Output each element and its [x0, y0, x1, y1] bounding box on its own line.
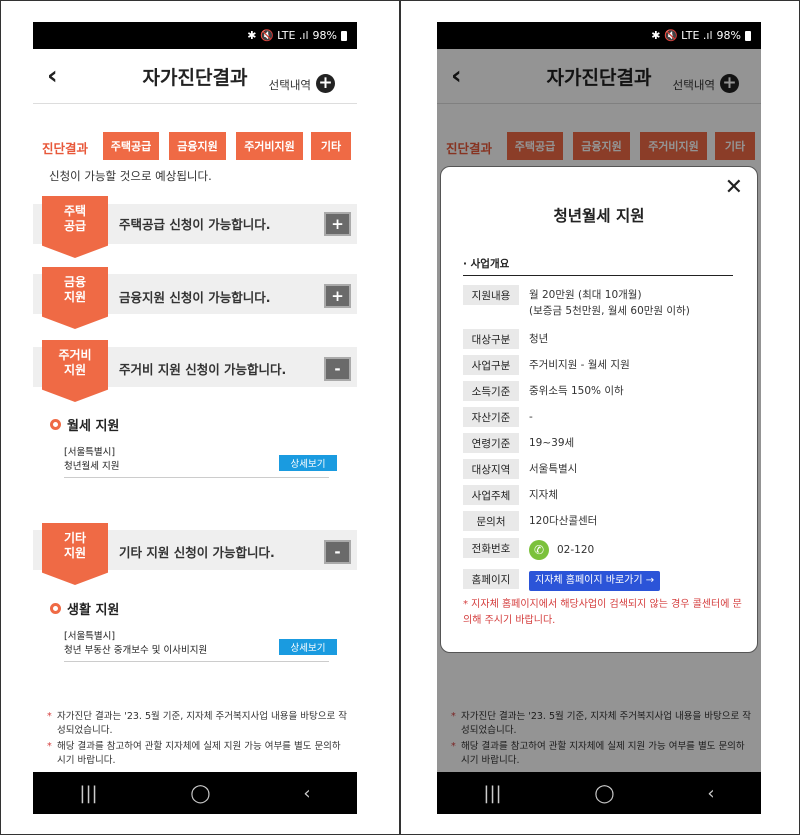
summary-text: 신청이 가능할 것으로 예상됩니다.: [49, 169, 212, 183]
tab-financial-support[interactable]: 금융지원: [169, 132, 226, 160]
row-label: 지원내용: [463, 285, 519, 305]
ribbon-housing-cost: 주거비 지원: [42, 340, 108, 402]
status-icons: ✱ 🔇 LTE .ıl: [247, 29, 309, 42]
detail-row: 홈페이지 지자체 홈페이지 바로가기 →: [463, 569, 747, 591]
tabs-label: 진단결과: [42, 141, 89, 156]
row-label: 자산기준: [463, 407, 519, 427]
detail-row: 전화번호 ✆ 02-120: [463, 538, 747, 560]
tab-housing-cost[interactable]: 주거비지원: [236, 132, 303, 160]
modal-note: * 지자체 홈페이지에서 해당사업이 검색되지 않는 경우 콜센터에 문의해 주…: [463, 599, 742, 626]
detail-row: 대상구분 청년: [463, 329, 747, 349]
detail-row: 사업주체 지자체: [463, 485, 747, 505]
detail-row: 문의처 120다산콜센터: [463, 511, 747, 531]
sub-section-rent: 월세 지원: [50, 415, 119, 434]
row-label: 전화번호: [463, 538, 519, 558]
battery-level: 98%: [312, 29, 337, 42]
add-icon[interactable]: +: [316, 74, 335, 93]
phone-right: ✱ 🔇 LTE .ıl 98% ‹ 자가진단결과 선택내역 + 진단결과 주택공…: [437, 22, 761, 814]
phone-call-icon[interactable]: ✆: [529, 540, 549, 560]
sub-section-title: 월세 지원: [67, 419, 120, 434]
row-value: -: [529, 411, 533, 423]
detail-row: 대상지역 서울특별시: [463, 459, 747, 479]
recent-apps-icon[interactable]: |||: [79, 783, 97, 804]
ring-icon: [50, 603, 61, 614]
system-nav-bar: ||| ◯ ‹: [437, 772, 761, 814]
back-nav-icon[interactable]: ‹: [707, 783, 714, 804]
status-icons: ✱ 🔇 LTE .ıl: [651, 29, 713, 42]
row-label: 대상지역: [463, 459, 519, 479]
section-text: 주거비 지원 신청이 가능합니다.: [119, 362, 287, 377]
detail-row: 자산기준 -: [463, 407, 747, 427]
phone-number[interactable]: 02-120: [557, 544, 594, 556]
phone-left: ✱ 🔇 LTE .ıl 98% ‹ 자가진단결과 선택내역 + 진단결과 주택공…: [33, 22, 357, 814]
collapse-button[interactable]: -: [324, 540, 351, 564]
row-value: ✆ 02-120: [529, 538, 594, 560]
sub-section-title: 생활 지원: [67, 603, 120, 618]
ribbon-other: 기타 지원: [42, 523, 108, 585]
row-value: 청년: [529, 333, 549, 345]
collapse-button[interactable]: -: [324, 357, 351, 381]
row-value: 지자체 홈페이지 바로가기 →: [529, 569, 661, 591]
overview-heading: · 사업개요: [463, 256, 733, 276]
panel-divider: [399, 0, 401, 835]
ribbon-housing-supply: 주택 공급: [42, 196, 108, 258]
sub-section-living: 생활 지원: [50, 599, 119, 618]
row-value: 120다산콜센터: [529, 515, 598, 527]
close-icon[interactable]: ✕: [725, 175, 743, 200]
section-text: 주택공급 신청이 가능합니다.: [119, 217, 271, 232]
detail-row: 지원내용 월 20만원 (최대 10개월) (보증금 5천만원, 월세 60만원…: [463, 285, 747, 319]
home-icon[interactable]: ◯: [190, 783, 210, 804]
row-value: 지자체: [529, 489, 558, 501]
section-text: 기타 지원 신청이 가능합니다.: [119, 545, 275, 560]
selected-list-link[interactable]: 선택내역: [269, 77, 311, 93]
homepage-link-button[interactable]: 지자체 홈페이지 바로가기 →: [529, 571, 661, 591]
battery-icon: [341, 30, 347, 41]
detail-row: 사업구분 주거비지원 - 월세 지원: [463, 355, 747, 375]
row-label: 사업주체: [463, 485, 519, 505]
row-label: 대상구분: [463, 329, 519, 349]
row-label: 연령기준: [463, 433, 519, 453]
recent-apps-icon[interactable]: |||: [483, 783, 501, 804]
detail-button[interactable]: 상세보기: [279, 455, 337, 471]
detail-button[interactable]: 상세보기: [279, 639, 337, 655]
row-label: 소득기준: [463, 381, 519, 401]
row-value: 19~39세: [529, 437, 575, 449]
expand-button[interactable]: +: [324, 284, 351, 308]
expand-button[interactable]: +: [324, 212, 351, 236]
status-bar: ✱ 🔇 LTE .ıl 98%: [33, 22, 357, 49]
row-value: 주거비지원 - 월세 지원: [529, 359, 630, 371]
section-text: 금융지원 신청이 가능합니다.: [119, 290, 271, 305]
row-label: 문의처: [463, 511, 519, 531]
home-icon[interactable]: ◯: [594, 783, 614, 804]
battery-level: 98%: [716, 29, 741, 42]
tab-housing-supply[interactable]: 주택공급: [103, 132, 159, 160]
row-value: 월 20만원 (최대 10개월) (보증금 5천만원, 월세 60만원 이하): [529, 289, 690, 317]
app-header: ‹ 자가진단결과 선택내역 +: [33, 49, 357, 104]
diagnosis-tabs: 진단결과 주택공급 금융지원 주거비지원 기타: [33, 132, 357, 160]
row-label: 홈페이지: [463, 569, 519, 589]
row-value: 서울특별시: [529, 463, 578, 475]
tab-other[interactable]: 기타: [311, 132, 351, 160]
modal-title: 청년월세 지원: [553, 207, 645, 225]
ring-icon: [50, 419, 61, 430]
row-value: 중위소득 150% 이하: [529, 385, 624, 397]
back-nav-icon[interactable]: ‹: [303, 783, 310, 804]
system-nav-bar: ||| ◯ ‹: [33, 772, 357, 814]
status-bar: ✱ 🔇 LTE .ıl 98%: [437, 22, 761, 49]
ribbon-financial: 금융 지원: [42, 267, 108, 329]
detail-row: 소득기준 중위소득 150% 이하: [463, 381, 747, 401]
detail-row: 연령기준 19~39세: [463, 433, 747, 453]
program-detail-modal: ✕ 청년월세 지원 · 사업개요 지원내용 월 20만원 (최대 10개월) (…: [440, 166, 758, 653]
footnote: * 자가진단 결과는 '23. 5월 기준, 지자체 주거복지사업 내용을 바탕으…: [47, 711, 347, 736]
battery-icon: [745, 30, 751, 41]
footnote: * 해당 결과를 참고하여 관할 지자체에 실제 지원 가능 여부를 별도 문의하…: [47, 741, 341, 766]
row-label: 사업구분: [463, 355, 519, 375]
